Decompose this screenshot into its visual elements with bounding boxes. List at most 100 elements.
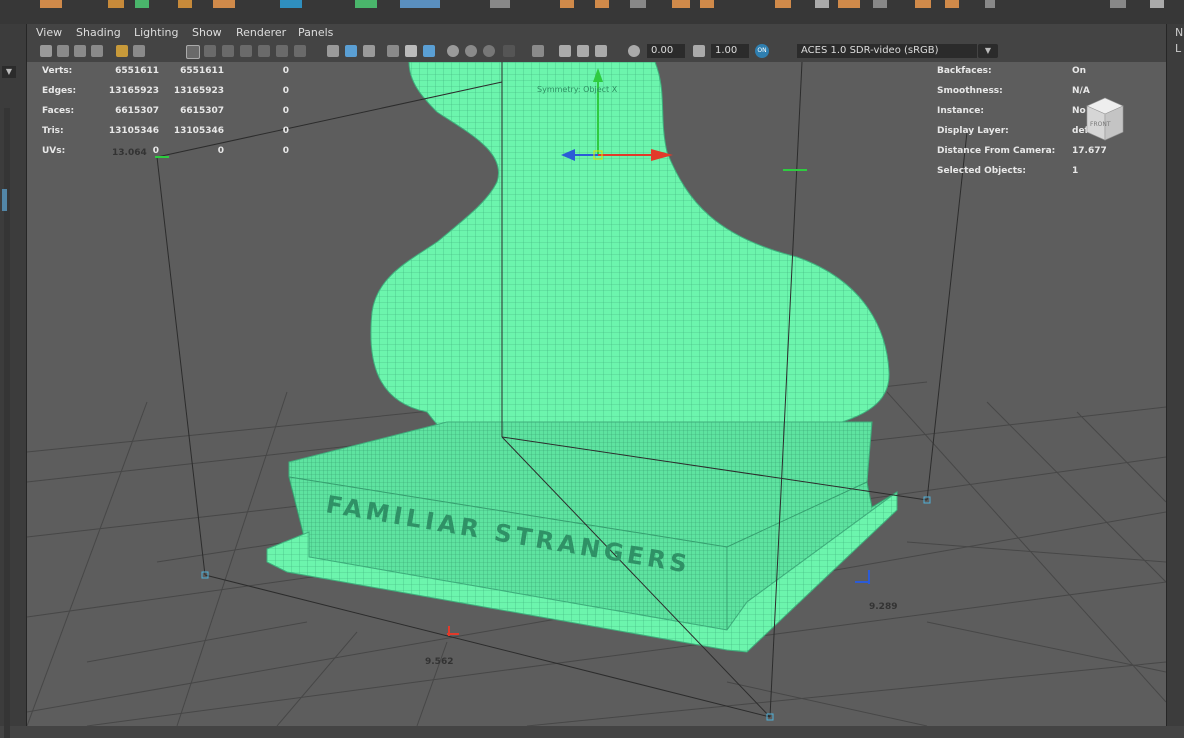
shelf-icon-4[interactable] xyxy=(178,0,192,8)
menu-show[interactable]: Show xyxy=(192,26,222,39)
hud-uvs-v3: 0 xyxy=(282,146,289,156)
2d-pan-icon[interactable] xyxy=(116,45,128,57)
shelf-icon-7[interactable] xyxy=(355,0,377,8)
shelf-icon-13[interactable] xyxy=(672,0,690,8)
shelf-icon-10[interactable] xyxy=(560,0,574,8)
backface-culling-icon[interactable] xyxy=(595,45,607,57)
hud-tris-v1: 13105346 xyxy=(108,126,159,136)
chevron-down-icon[interactable]: ▼ xyxy=(978,44,998,58)
isolate-select-icon[interactable] xyxy=(532,45,544,57)
view-cube[interactable]: FRONT xyxy=(1077,92,1133,148)
hud-edges-v3: 0 xyxy=(282,86,289,96)
axis-marker-bottom xyxy=(447,626,459,636)
resolution-gate-icon[interactable] xyxy=(222,45,234,57)
exposure-icon[interactable] xyxy=(628,45,640,57)
hud-tris-v3: 0 xyxy=(282,126,289,136)
shelf-icon-16[interactable] xyxy=(815,0,829,8)
hud-faces-label: Faces: xyxy=(42,106,75,116)
wireframe-on-shaded-icon[interactable] xyxy=(363,45,375,57)
wireframe-icon[interactable] xyxy=(327,45,339,57)
shelf-icon-18[interactable] xyxy=(873,0,887,8)
shelf-icon-8[interactable] xyxy=(400,0,440,8)
shelf-icon-11[interactable] xyxy=(595,0,609,8)
right-strip-label-second[interactable]: L xyxy=(1175,42,1181,55)
viewport[interactable]: FAMILIAR STRANGERS Verts: 6551611 655161… xyxy=(27,62,1166,726)
left-selection-indicator xyxy=(2,189,7,211)
menu-lighting[interactable]: Lighting xyxy=(134,26,178,39)
antialiasing-icon[interactable] xyxy=(503,45,515,57)
right-strip-label-top[interactable]: N xyxy=(1175,26,1183,39)
motion-blur-icon[interactable] xyxy=(483,45,495,57)
textured-icon[interactable] xyxy=(387,45,399,57)
menu-shading[interactable]: Shading xyxy=(76,26,121,39)
chevron-down-icon[interactable]: ▼ xyxy=(2,66,16,78)
xray-active-icon[interactable] xyxy=(577,45,589,57)
hud-uvs-label: UVs: xyxy=(42,146,66,156)
shelf-icon-15[interactable] xyxy=(775,0,791,8)
shelf-icon-6[interactable] xyxy=(280,0,302,8)
measure-label-bottom: 9.562 xyxy=(425,657,454,667)
gamma-icon[interactable] xyxy=(693,45,705,57)
image-plane-icon[interactable] xyxy=(91,45,103,57)
hud-verts-label: Verts: xyxy=(42,66,73,76)
shelf-icon-19[interactable] xyxy=(915,0,931,8)
grease-pencil-icon[interactable] xyxy=(133,45,145,57)
shelf-bar xyxy=(0,0,1184,25)
xray-icon[interactable] xyxy=(447,45,459,57)
film-gate-icon[interactable] xyxy=(204,45,216,57)
shelf-icon-22[interactable] xyxy=(1110,0,1126,8)
hud-verts-v1: 6551611 xyxy=(115,66,159,76)
hud-verts-v2: 6551611 xyxy=(180,66,224,76)
grid-toggle-icon[interactable] xyxy=(186,45,200,59)
exposure-field[interactable]: 0.00 xyxy=(647,44,685,58)
menu-view[interactable]: View xyxy=(36,26,62,39)
hud-selected-objects-value: 1 xyxy=(1072,166,1079,176)
shelf-icon-2[interactable] xyxy=(108,0,124,8)
hud-uvs-v2: 0 xyxy=(217,146,224,156)
safe-action-icon[interactable] xyxy=(276,45,288,57)
gamma-field[interactable]: 1.00 xyxy=(711,44,749,58)
smooth-shade-icon[interactable] xyxy=(345,45,357,57)
left-panel-strip: ▼ xyxy=(0,24,27,738)
shelf-icon-3[interactable] xyxy=(135,0,149,8)
shadows-icon[interactable] xyxy=(423,45,435,57)
hud-display-layer-label: Display Layer: xyxy=(937,126,1009,136)
lights-icon[interactable] xyxy=(405,45,417,57)
shelf-icon-12[interactable] xyxy=(630,0,646,8)
shelf-icon-1[interactable] xyxy=(40,0,62,8)
hud-distance-label: Distance From Camera: xyxy=(937,146,1056,156)
hud-edges-v2: 13165923 xyxy=(173,86,224,96)
shelf-icon-14[interactable] xyxy=(700,0,714,8)
shelf-icon-17[interactable] xyxy=(838,0,860,8)
safe-title-icon[interactable] xyxy=(294,45,306,57)
menu-renderer[interactable]: Renderer xyxy=(236,26,286,39)
hud-instance-label: Instance: xyxy=(937,106,984,116)
symmetry-label: Symmetry: Object X xyxy=(537,85,618,94)
hud-verts-v3: 0 xyxy=(282,66,289,76)
axis-marker-right-bottom xyxy=(855,570,870,584)
bust-mesh[interactable] xyxy=(370,62,890,473)
gate-mask-icon[interactable] xyxy=(240,45,252,57)
hud-edges-label: Edges: xyxy=(42,86,77,96)
shelf-icon-9[interactable] xyxy=(490,0,510,8)
ambient-occlusion-icon[interactable] xyxy=(465,45,477,57)
hud-backfaces-label: Backfaces: xyxy=(937,66,992,76)
menu-panels[interactable]: Panels xyxy=(298,26,333,39)
panel-toolbar: 0.00 1.00 ON ACES 1.0 SDR-video (sRGB) ▼ xyxy=(27,42,1166,62)
shelf-icon-21[interactable] xyxy=(985,0,995,8)
xray-joints-icon[interactable] xyxy=(559,45,571,57)
camera-attributes-icon[interactable] xyxy=(57,45,69,57)
measure-label-left: 13.064 xyxy=(112,148,147,158)
bookmark-icon[interactable] xyxy=(74,45,86,57)
shelf-icon-20[interactable] xyxy=(945,0,959,8)
measure-label-right: 9.289 xyxy=(869,602,898,612)
view-transform-select[interactable]: ACES 1.0 SDR-video (sRGB) xyxy=(797,44,977,58)
field-chart-icon[interactable] xyxy=(258,45,270,57)
hud-smoothness-label: Smoothness: xyxy=(937,86,1003,96)
hud-tris-label: Tris: xyxy=(42,126,64,136)
color-management-toggle[interactable]: ON xyxy=(755,44,769,58)
shelf-icon-23[interactable] xyxy=(1150,0,1164,8)
shelf-icon-5[interactable] xyxy=(213,0,235,8)
select-camera-icon[interactable] xyxy=(40,45,52,57)
panel-menu-bar: View Shading Lighting Show Renderer Pane… xyxy=(27,24,1166,42)
